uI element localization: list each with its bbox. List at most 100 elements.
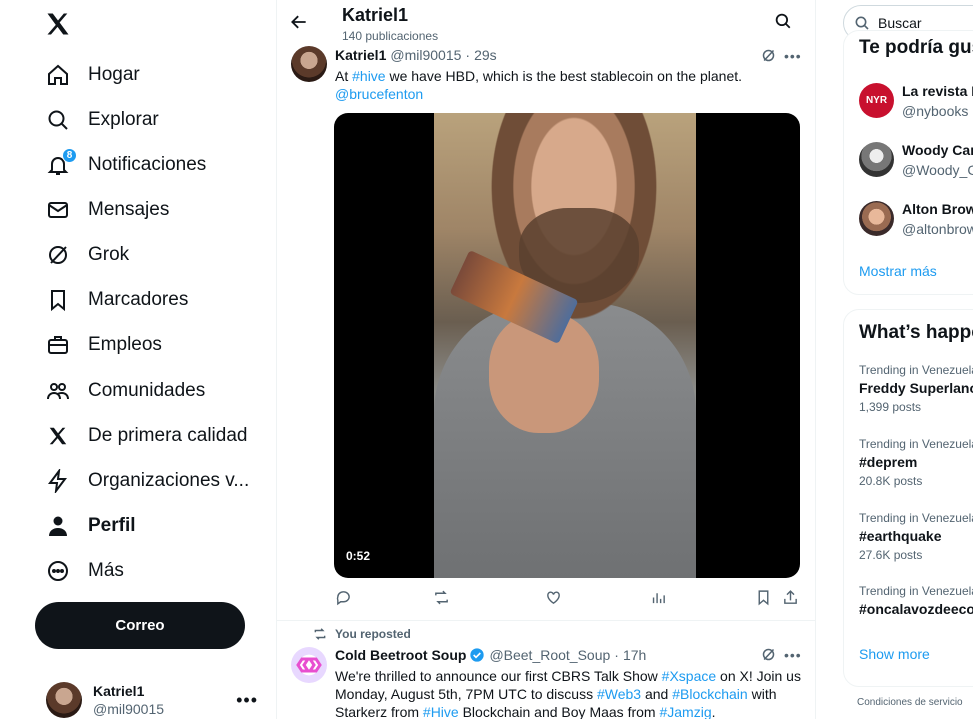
nav-label: Hogar	[88, 64, 140, 85]
trend-item[interactable]: Trending in Venezuela #deprem 20.8K post…	[859, 437, 973, 488]
grok-icon	[44, 241, 72, 269]
author-handle[interactable]: @Beet_Root_Soup	[489, 647, 610, 663]
nav-grok[interactable]: Grok	[44, 235, 129, 275]
verified-icon	[469, 647, 485, 663]
notification-badge: 8	[62, 148, 77, 163]
share-icon[interactable]	[782, 589, 800, 607]
account-handle: @mil90015	[93, 701, 165, 717]
views-icon[interactable]	[650, 589, 668, 607]
home-icon	[44, 61, 72, 89]
text: on X! Join us	[716, 668, 801, 684]
search-icon	[855, 16, 869, 30]
trend-context: Trending in Venezuela	[859, 363, 973, 377]
nav-home[interactable]: Hogar	[44, 55, 140, 95]
trend-context: Trending in Venezuela	[859, 511, 973, 525]
nav-label: Comunidades	[88, 380, 206, 401]
trend-item[interactable]: Trending in Venezuela Freddy Superlano 1…	[859, 363, 973, 414]
tweet-text: At #hive we have HBD, which is the best …	[335, 67, 805, 103]
account-switcher[interactable]: Katriel1 @mil90015 •••	[46, 680, 266, 719]
text: we have HBD, which is the best stablecoi…	[385, 68, 743, 84]
avatar	[46, 682, 82, 718]
timestamp[interactable]: 17h	[623, 647, 646, 663]
follow-suggestion[interactable]: Alton Brow @altonbrow	[859, 199, 973, 239]
search-icon	[44, 106, 72, 134]
follow-suggestion[interactable]: NYR La revista N @nybooks	[859, 81, 973, 121]
suggestion-handle: @nybooks	[902, 103, 969, 119]
hashtag-link[interactable]: #Jamzig	[659, 704, 711, 719]
video-player[interactable]: 0:52	[334, 113, 800, 578]
bell-icon: 8	[44, 148, 77, 179]
left-sidebar: Hogar Explorar 8 Notificaciones Mensajes…	[0, 0, 277, 719]
nav-messages[interactable]: Mensajes	[44, 190, 169, 230]
who-to-follow-panel: Te podría gus NYR La revista N @nybooks …	[843, 30, 973, 295]
x-logo-icon[interactable]	[44, 10, 74, 40]
tweet-actions	[335, 589, 805, 609]
text: .	[711, 704, 716, 719]
footer-link[interactable]: Condiciones de servicio	[857, 697, 963, 708]
nav-bookmarks[interactable]: Marcadores	[44, 280, 188, 320]
tweet-text: We're thrilled to announce our first CBR…	[335, 667, 805, 719]
nav-jobs[interactable]: Empleos	[44, 325, 162, 365]
trends-panel: What’s happe Trending in Venezuela Fredd…	[843, 309, 973, 687]
reply-icon[interactable]	[335, 589, 353, 607]
text: Monday, August 5th, 7PM UTC to discuss	[335, 686, 597, 702]
bookmark-icon[interactable]	[755, 589, 773, 607]
avatar[interactable]	[291, 647, 327, 683]
communities-icon	[44, 377, 72, 405]
panel-title: Te podría gus	[859, 37, 973, 58]
hashtag-link[interactable]: #Web3	[597, 686, 641, 702]
avatar[interactable]	[291, 46, 327, 82]
trend-item[interactable]: Trending in Venezuela #earthquake 27.6K …	[859, 511, 973, 562]
trend-name: #earthquake	[859, 528, 942, 544]
bookmark-icon	[44, 286, 72, 314]
lightning-icon	[44, 467, 72, 495]
author-name[interactable]: Katriel1	[335, 47, 386, 63]
trend-posts: 27.6K posts	[859, 548, 923, 562]
mention-link[interactable]: @brucefenton	[335, 86, 423, 102]
nav-verified-orgs[interactable]: Organizaciones v...	[44, 461, 249, 501]
nav-profile[interactable]: Perfil	[44, 506, 136, 546]
nav-label: Mensajes	[88, 199, 170, 220]
author-name[interactable]: Cold Beetroot Soup	[335, 647, 466, 663]
trend-posts: 1,399 posts	[859, 400, 922, 414]
trend-item[interactable]: Trending in Venezuela #oncalavozdeeco	[859, 584, 973, 617]
tweet-header: Katriel1 @mil90015 · 29s	[335, 47, 497, 63]
nav-communities[interactable]: Comunidades	[44, 371, 205, 411]
nav-explore[interactable]: Explorar	[44, 100, 159, 140]
right-sidebar: Buscar Te podría gus NYR La revista N @n…	[816, 0, 973, 719]
repost-icon[interactable]	[433, 589, 451, 607]
repost-indicator: You reposted	[313, 627, 411, 641]
hashtag-link[interactable]: #hive	[352, 68, 385, 84]
search-placeholder: Buscar	[878, 15, 922, 31]
post-button[interactable]: Correo	[35, 602, 245, 649]
timestamp[interactable]: 29s	[474, 47, 497, 63]
hashtag-link[interactable]: #Hive	[423, 704, 459, 719]
like-icon[interactable]	[545, 589, 563, 607]
trend-name: Freddy Superlano	[859, 380, 973, 396]
tweet[interactable]: You reposted Cold Beetroot Soup @Beet_Ro…	[277, 621, 815, 719]
more-icon[interactable]: •••	[784, 647, 802, 663]
hashtag-link[interactable]: #Blockchain	[672, 686, 748, 702]
grok-icon[interactable]	[761, 647, 777, 663]
author-handle[interactable]: @mil90015	[390, 47, 461, 63]
tweet[interactable]: Katriel1 @mil90015 · 29s ••• At #hive we…	[277, 0, 815, 620]
nav-label: Notificaciones	[88, 154, 207, 175]
hashtag-link[interactable]: #Xspace	[662, 668, 716, 684]
briefcase-icon	[44, 331, 72, 359]
nav-notifications[interactable]: 8 Notificaciones	[44, 145, 206, 185]
suggestion-name[interactable]: Woody Cam	[902, 142, 973, 158]
nav-premium[interactable]: De primera calidad	[44, 416, 247, 456]
suggestion-name[interactable]: La revista N	[902, 83, 973, 99]
nav-label: Perfil	[88, 515, 136, 536]
nav-label: Empleos	[88, 334, 162, 355]
suggestion-name[interactable]: Alton Brow	[902, 201, 973, 217]
nav-more[interactable]: Más	[44, 551, 124, 591]
text: At	[335, 68, 353, 84]
suggestion-handle: @Woody_Ca	[902, 162, 973, 178]
follow-suggestion[interactable]: Woody Cam @Woody_Ca	[859, 140, 973, 180]
grok-icon[interactable]	[761, 48, 777, 64]
show-more-link[interactable]: Show more	[859, 646, 930, 662]
show-more-link[interactable]: Mostrar más	[859, 263, 937, 279]
more-icon[interactable]: •••	[784, 48, 802, 64]
avatar	[859, 142, 894, 177]
